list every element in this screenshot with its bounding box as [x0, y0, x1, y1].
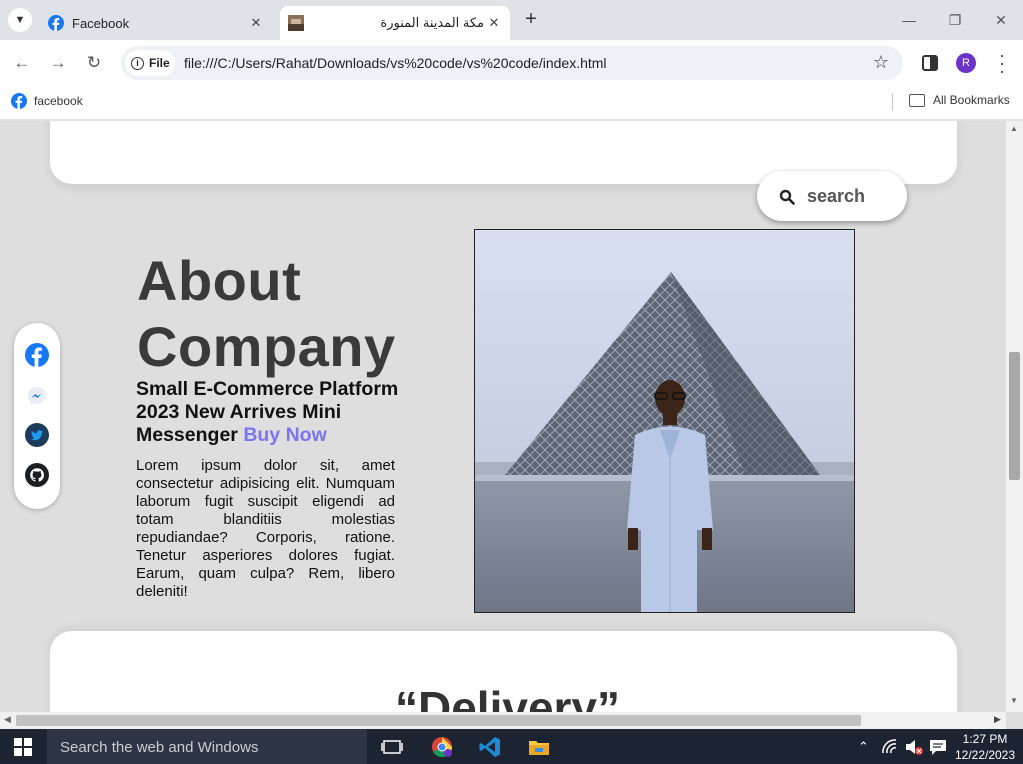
search-button[interactable]: search	[757, 171, 907, 221]
minimize-button[interactable]: —	[894, 8, 924, 32]
info-icon: i	[131, 56, 144, 70]
tab-search-button[interactable]: ▼	[8, 8, 32, 32]
scroll-down-icon[interactable]: ▼	[1010, 696, 1018, 705]
scroll-up-icon[interactable]: ▲	[1010, 124, 1018, 133]
taskbar-search-input[interactable]: Search the web and Windows	[47, 729, 367, 764]
site-info-chip[interactable]: i File	[125, 50, 175, 76]
close-icon[interactable]: ✕	[484, 15, 504, 31]
horizontal-scroll-thumb[interactable]	[16, 715, 861, 726]
twitter-icon[interactable]	[25, 423, 49, 447]
about-photo	[474, 229, 855, 613]
windows-start-icon[interactable]	[14, 738, 32, 756]
chevron-up-icon[interactable]: ⌃	[858, 739, 869, 755]
louvre-pyramid-photo	[475, 230, 854, 612]
close-icon[interactable]: ✕	[246, 15, 266, 31]
bookmark-label: facebook	[34, 94, 83, 108]
social-sidebar	[14, 323, 60, 509]
about-heading: About Company	[137, 248, 457, 380]
reload-button[interactable]: ↻	[82, 51, 106, 75]
browser-tab-bar: ▼ Facebook ✕ مكة المدينة المنورة ✕ + — ❐…	[0, 0, 1023, 40]
facebook-icon	[48, 15, 64, 31]
arrow-left-icon: ←	[13, 53, 31, 72]
address-bar[interactable]: i File file:///C:/Users/Rahat/Downloads/…	[121, 46, 903, 80]
buy-now-link[interactable]: Buy Now	[243, 424, 326, 446]
chevron-down-icon: ▼	[14, 14, 26, 26]
chip-label: File	[149, 56, 170, 70]
tab-title: Facebook	[72, 15, 130, 31]
chrome-icon[interactable]	[430, 735, 454, 759]
arrow-right-icon: →	[49, 53, 67, 72]
about-subtitle: Small E-Commerce Platform 2023 New Arriv…	[136, 378, 406, 447]
reload-icon: ↻	[86, 53, 102, 72]
folder-icon	[909, 93, 925, 107]
bookmarks-bar: facebook All Bookmarks	[0, 86, 1023, 120]
tab-title: مكة المدينة المنورة	[380, 15, 484, 30]
messenger-icon[interactable]	[25, 384, 49, 408]
all-bookmarks-button[interactable]: All Bookmarks	[909, 93, 1010, 107]
tab-facebook[interactable]: Facebook ✕	[40, 6, 272, 40]
facebook-icon[interactable]	[25, 343, 49, 367]
profile-avatar[interactable]: R	[956, 53, 976, 73]
search-icon	[779, 189, 795, 205]
scrollbar-corner	[1006, 712, 1023, 729]
tab-active[interactable]: مكة المدينة المنورة ✕	[280, 6, 510, 40]
forward-button[interactable]: →	[46, 51, 70, 75]
clock-date: 12/22/2023	[954, 748, 1016, 762]
horizontal-scrollbar[interactable]: ◀ ▶	[0, 712, 1006, 729]
all-bookmarks-label: All Bookmarks	[933, 93, 1010, 107]
page-thumbnail-icon	[288, 15, 304, 31]
search-label: search	[807, 186, 866, 206]
scroll-right-icon[interactable]: ▶	[994, 714, 1001, 725]
vertical-scroll-thumb[interactable]	[1009, 352, 1020, 480]
facebook-icon	[11, 93, 27, 109]
network-icon[interactable]	[880, 737, 900, 757]
delivery-section-card: “Delivery”	[50, 631, 957, 712]
file-explorer-icon[interactable]	[527, 735, 551, 759]
new-tab-button[interactable]: +	[520, 9, 542, 31]
delivery-heading: “Delivery”	[395, 682, 621, 712]
github-icon[interactable]	[25, 463, 49, 487]
volume-muted-icon[interactable]	[904, 737, 924, 757]
side-panel-icon[interactable]	[920, 53, 940, 73]
task-view-icon[interactable]	[380, 735, 404, 759]
taskbar-clock[interactable]: 1:27 PM 12/22/2023	[950, 731, 1020, 763]
back-button[interactable]: ←	[10, 51, 34, 75]
browser-toolbar: ← → ↻ i File file:///C:/Users/Rahat/Down…	[0, 40, 1023, 86]
bookmarks-divider	[892, 93, 893, 111]
action-center-icon[interactable]	[928, 737, 948, 757]
about-paragraph: Lorem ipsum dolor sit, amet consectetur …	[136, 457, 395, 600]
about-title-line2: Company	[137, 315, 396, 378]
scroll-left-icon[interactable]: ◀	[4, 714, 11, 725]
restore-button[interactable]: ❐	[940, 8, 970, 32]
menu-dots-icon[interactable]: · · ·	[996, 46, 1008, 80]
vertical-scrollbar[interactable]: ▲ ▼	[1006, 121, 1023, 712]
about-title-line1: About	[137, 249, 302, 312]
clock-time: 1:27 PM	[962, 732, 1008, 746]
bookmark-facebook[interactable]: facebook	[11, 93, 83, 109]
page-viewport: search About Company Small E-Commerce Pl…	[0, 121, 1006, 712]
url-text[interactable]: file:///C:/Users/Rahat/Downloads/vs%20co…	[184, 55, 607, 71]
window-close-button[interactable]: ✕	[986, 8, 1016, 32]
windows-taskbar: Search the web and Windows ⌃ 1:27 PM 12/…	[0, 729, 1023, 764]
vscode-icon[interactable]	[478, 735, 502, 759]
bookmark-star-icon[interactable]: ☆	[873, 52, 889, 73]
